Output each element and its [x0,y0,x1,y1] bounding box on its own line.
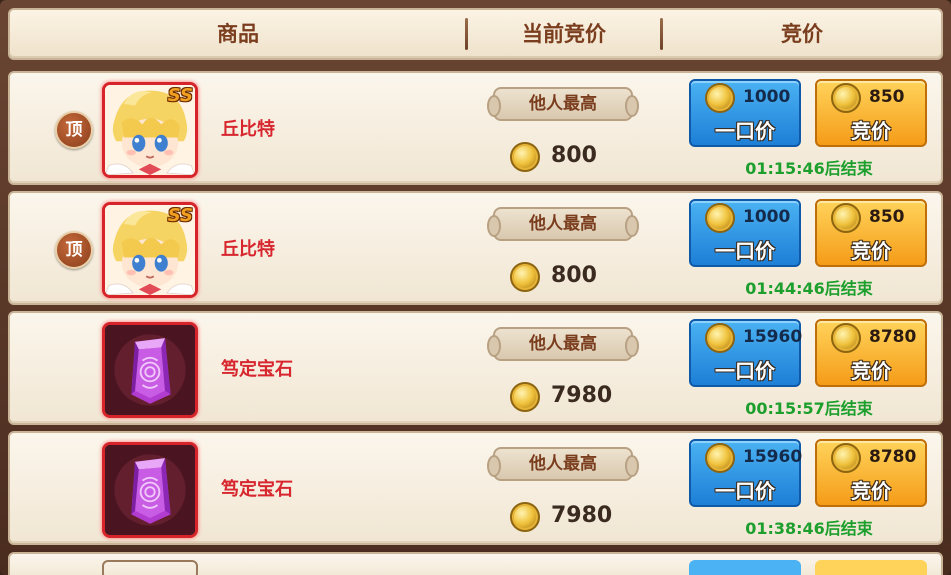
item-icon-frame[interactable] [102,322,198,418]
bid-price: 850 [869,207,905,227]
bid-status-banner: 他人最高 [487,447,639,481]
gold-coin-icon [510,502,540,532]
purple-gem-icon [105,445,195,535]
auction-timer: 01:15:46后结束 [745,159,873,178]
buyout-label: 一口价 [715,239,775,263]
auction-panel: 商品 当前竞价 竞价 顶 SS 丘比特 他人最高 800 1000 一口价 85… [0,0,951,575]
gold-coin-icon [831,83,861,113]
gold-coin-icon [831,203,861,233]
current-bid-amount: 800 [551,263,597,288]
buyout-button[interactable]: 15960 一口价 [689,439,803,507]
item-icon-frame[interactable] [102,442,198,538]
rank-tag: SS [167,85,193,106]
gold-coin-icon [705,443,735,473]
buyout-label: 一口价 [715,119,775,143]
buyout-price: 15960 [743,327,803,347]
bid-label: 竞价 [851,479,891,503]
buyout-button[interactable]: 1000 一口价 [689,79,801,147]
auction-timer: 01:38:46后结束 [745,519,873,538]
gold-coin-icon [510,382,540,412]
bid-status-banner: 他人最高 [487,327,639,361]
item-name: 丘比特 [221,119,275,140]
auction-row: 顶 SS 丘比特 他人最高 800 [8,191,943,305]
current-bid-amount: 800 [551,143,597,168]
auction-row-partial [8,552,943,575]
auction-row: 笃定宝石 他人最高 7980 15960 一口价 8780 竞价 01:38:4… [8,431,943,545]
buyout-button[interactable]: 1000 一口价 [689,199,801,267]
pinned-badge: 顶 [55,231,93,269]
gold-coin-icon [831,323,861,353]
gold-coin-icon [510,262,540,292]
bid-button[interactable] [815,560,927,575]
gold-coin-icon [831,443,861,473]
bid-button[interactable]: 8780 竞价 [815,439,927,507]
buyout-price: 1000 [743,87,791,107]
buyout-button[interactable]: 15960 一口价 [689,319,803,387]
buyout-price: 1000 [743,207,791,227]
item-name: 丘比特 [221,239,275,260]
header-item: 商品 [217,22,259,46]
item-name: 笃定宝石 [221,479,293,500]
auction-row: 顶 SS 丘比特 他人最高 800 [8,71,943,185]
auction-timer: 00:15:57后结束 [745,399,873,418]
item-icon-frame[interactable]: SS [102,82,198,178]
bid-label: 竞价 [851,239,891,263]
item-icon-frame[interactable]: SS [102,202,198,298]
auction-row: 笃定宝石 他人最高 7980 15960 一口价 8780 竞价 00:15:5… [8,311,943,425]
rank-tag: SS [167,205,193,226]
pinned-badge: 顶 [55,111,93,149]
current-bid-amount: 7980 [551,383,613,408]
bid-label: 竞价 [851,119,891,143]
gold-coin-icon [510,142,540,172]
gold-coin-icon [705,323,735,353]
bid-button[interactable]: 850 竞价 [815,199,927,267]
buyout-price: 15960 [743,447,803,467]
bid-price: 8780 [869,327,917,347]
header-current-bid: 当前竞价 [522,22,606,46]
bid-button[interactable]: 850 竞价 [815,79,927,147]
buyout-label: 一口价 [715,359,775,383]
buyout-label: 一口价 [715,479,775,503]
gold-coin-icon [705,83,735,113]
buyout-button[interactable] [689,560,801,575]
header-bid: 竞价 [781,22,823,46]
bid-price: 8780 [869,447,917,467]
bid-button[interactable]: 8780 竞价 [815,319,927,387]
current-bid-amount: 7980 [551,503,613,528]
auction-timer: 01:44:46后结束 [745,279,873,298]
gold-coin-icon [705,203,735,233]
bid-label: 竞价 [851,359,891,383]
item-name: 笃定宝石 [221,359,293,380]
table-header: 商品 当前竞价 竞价 [8,8,943,60]
bid-status-banner: 他人最高 [487,207,639,241]
item-icon-frame[interactable] [102,560,198,575]
bid-price: 850 [869,87,905,107]
bid-status-banner: 他人最高 [487,87,639,121]
purple-gem-icon [105,325,195,415]
